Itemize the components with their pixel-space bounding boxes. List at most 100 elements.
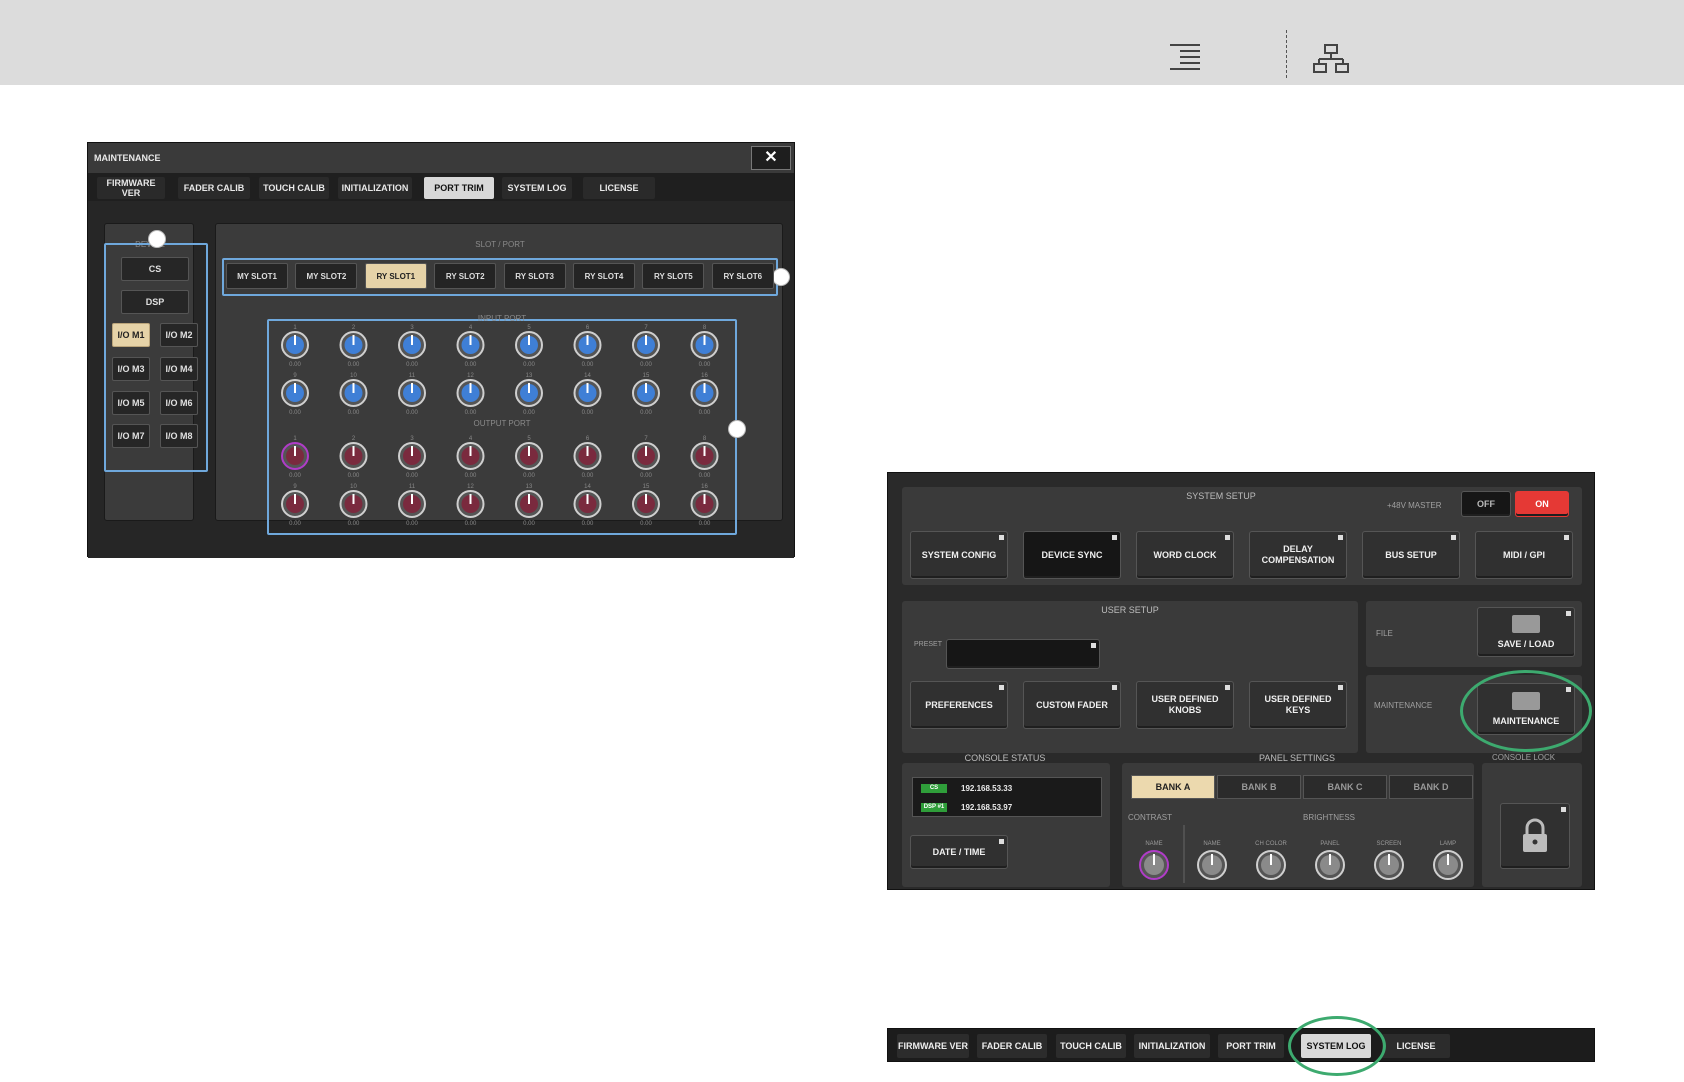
tab-license[interactable]: LICENSE	[583, 177, 655, 199]
slot-button[interactable]: RY SLOT6	[711, 263, 774, 289]
input-trim-knob[interactable]	[281, 379, 309, 407]
delay-compensation-button[interactable]: DELAY COMPENSATION	[1249, 531, 1347, 579]
console-lock-button[interactable]	[1500, 803, 1570, 869]
input-trim-knob[interactable]	[339, 379, 368, 407]
window-title: MAINTENANCE	[88, 143, 794, 173]
tab-license[interactable]: LICENSE	[1382, 1034, 1450, 1058]
output-trim-knob[interactable]	[398, 442, 426, 470]
panel-knob[interactable]	[1315, 850, 1345, 880]
input-trim-knob[interactable]	[573, 331, 602, 359]
input-trim-knob[interactable]	[632, 379, 660, 407]
tab-fader-calib[interactable]: FADER CALIB	[178, 177, 250, 199]
input-trim-knob[interactable]	[456, 331, 485, 359]
output-trim-knob[interactable]	[573, 490, 602, 518]
bank-d-button[interactable]: BANK D	[1389, 775, 1473, 799]
folder-icon	[1512, 614, 1540, 633]
word-clock-button[interactable]: WORD CLOCK	[1136, 531, 1234, 579]
input-trim-knob[interactable]	[339, 331, 368, 359]
custom-fader-button[interactable]: CUSTOM FADER	[1023, 681, 1121, 729]
system-config-button[interactable]: SYSTEM CONFIG	[910, 531, 1008, 579]
input-trim-knob[interactable]	[690, 331, 719, 359]
slot-button[interactable]: MY SLOT1	[226, 263, 288, 289]
panel-knob-label: PANEL	[1320, 841, 1340, 847]
panel-knob[interactable]	[1256, 850, 1286, 880]
bank-a-button[interactable]: BANK A	[1131, 775, 1215, 799]
phantom-on-button[interactable]: ON	[1515, 491, 1569, 517]
slot-button[interactable]: RY SLOT4	[573, 263, 635, 289]
tab-system-log[interactable]: SYSTEM LOG	[502, 177, 572, 199]
output-trim-knob[interactable]	[632, 442, 660, 470]
tab-port-trim[interactable]: PORT TRIM	[424, 177, 494, 199]
input-trim-knob[interactable]	[398, 331, 426, 359]
panel-knob[interactable]	[1197, 850, 1227, 880]
input-trim-knob[interactable]	[281, 331, 309, 359]
sitemap-icon[interactable]	[1313, 44, 1349, 79]
panel-knob[interactable]	[1374, 850, 1404, 880]
output-trim-knob[interactable]	[339, 490, 368, 518]
input-trim-knob[interactable]	[573, 379, 602, 407]
preferences-button[interactable]: PREFERENCES	[910, 681, 1008, 729]
tab-initialization[interactable]: INITIALIZATION	[338, 177, 412, 199]
preset-field[interactable]	[946, 639, 1100, 669]
output-trim-knob[interactable]	[632, 490, 660, 518]
output-trim-knob[interactable]	[515, 442, 543, 470]
tab-touch-calib[interactable]: TOUCH CALIB	[259, 177, 329, 199]
output-trim-knob[interactable]	[398, 490, 426, 518]
bank-b-button[interactable]: BANK B	[1217, 775, 1301, 799]
list-indent-icon[interactable]	[1168, 42, 1202, 75]
knob-value: 0.00	[465, 362, 477, 368]
user-defined-keys-button[interactable]: USER DEFINED KEYS	[1249, 681, 1347, 729]
port-number: 15	[643, 373, 650, 379]
lock-icon	[1523, 818, 1547, 852]
user-setup-section	[902, 601, 1358, 753]
slot-button[interactable]: RY SLOT5	[642, 263, 705, 289]
output-trim-knob[interactable]	[690, 442, 719, 470]
knob-value: 0.00	[640, 521, 652, 527]
input-trim-knob[interactable]	[515, 331, 543, 359]
tab-firmware-ver[interactable]: FIRMWARE VER	[897, 1034, 969, 1058]
save-load-button[interactable]: SAVE / LOAD	[1477, 607, 1575, 657]
tab-firmware-ver[interactable]: FIRMWARE VER	[97, 177, 165, 199]
bus-setup-button[interactable]: BUS SETUP	[1362, 531, 1460, 579]
phantom-label: +48V MASTER	[1387, 501, 1442, 510]
output-trim-knob[interactable]	[339, 442, 368, 470]
tab-initialization[interactable]: INITIALIZATION	[1134, 1034, 1210, 1058]
port-number: 2	[352, 325, 356, 331]
tab-touch-calib[interactable]: TOUCH CALIB	[1056, 1034, 1126, 1058]
slot-button[interactable]: RY SLOT2	[434, 263, 497, 289]
user-defined-knobs-button[interactable]: USER DEFINED KNOBS	[1136, 681, 1234, 729]
port-number: 3	[410, 436, 414, 442]
input-trim-knob[interactable]	[632, 331, 660, 359]
phantom-off-button[interactable]: OFF	[1461, 491, 1511, 517]
port-number: 13	[526, 484, 533, 490]
slot-button[interactable]: RY SLOT3	[503, 263, 566, 289]
output-trim-knob[interactable]	[456, 442, 485, 470]
input-trim-knob[interactable]	[398, 379, 426, 407]
bank-c-button[interactable]: BANK C	[1303, 775, 1387, 799]
port-number: 13	[526, 373, 533, 379]
output-trim-knob[interactable]	[281, 442, 309, 470]
port-number: 11	[409, 484, 416, 490]
output-trim-knob[interactable]	[281, 490, 309, 518]
slot-button[interactable]: MY SLOT2	[295, 263, 358, 289]
panel-knob[interactable]	[1433, 850, 1463, 880]
port-number: 12	[467, 484, 474, 490]
device-sync-button[interactable]: DEVICE SYNC	[1023, 531, 1121, 579]
input-trim-knob[interactable]	[456, 379, 485, 407]
tab-port-trim[interactable]: PORT TRIM	[1218, 1034, 1284, 1058]
port-number: 4	[469, 325, 473, 331]
midi-gpi-button[interactable]: MIDI / GPI	[1475, 531, 1573, 579]
port-number: 10	[350, 484, 357, 490]
input-trim-knob[interactable]	[690, 379, 719, 407]
output-trim-knob[interactable]	[456, 490, 485, 518]
panel-knob-label: NAME	[1203, 841, 1220, 847]
slot-button[interactable]: RY SLOT1	[364, 263, 427, 289]
output-trim-knob[interactable]	[573, 442, 602, 470]
tab-fader-calib[interactable]: FADER CALIB	[977, 1034, 1047, 1058]
output-trim-knob[interactable]	[690, 490, 719, 518]
panel-knob[interactable]	[1139, 850, 1169, 880]
input-trim-knob[interactable]	[515, 379, 543, 407]
date-time-button[interactable]: DATE / TIME	[910, 835, 1008, 869]
output-trim-knob[interactable]	[515, 490, 543, 518]
close-button[interactable]: ✕	[751, 146, 791, 170]
